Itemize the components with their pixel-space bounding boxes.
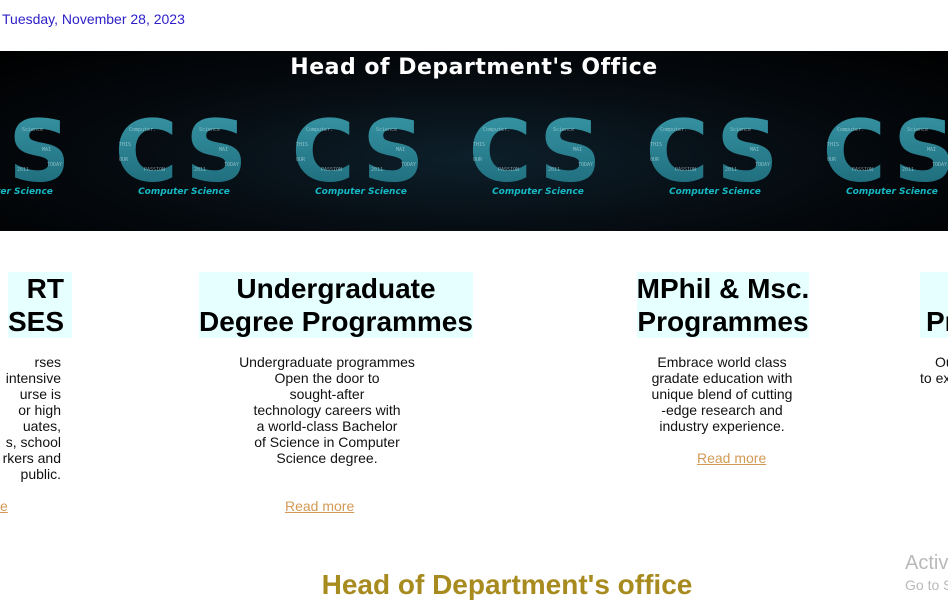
svg-text:THIS: THIS <box>296 142 308 148</box>
svg-text:Science: Science <box>907 127 928 133</box>
tile-caption: Computer Science <box>315 187 407 197</box>
undergraduate-read-more-link[interactable]: Read more <box>285 498 354 514</box>
cs-logo-tile: CSComputer. Science THIS MAI PASSION 2011 OUR T… <box>453 111 623 211</box>
card-title: RT SES <box>7 272 72 338</box>
svg-text:OUR: OUR <box>473 157 483 163</box>
tile-caption: Computer Science <box>492 187 584 197</box>
svg-text:TODAY: TODAY <box>578 162 593 168</box>
svg-text:2011: 2011 <box>725 167 737 173</box>
svg-text:2011: 2011 <box>17 167 29 173</box>
svg-text:MAI: MAI <box>927 147 936 153</box>
cs-logo-tile: CSComputer. Science THIS MAI PASSION 2011 OUR T… <box>630 111 800 211</box>
svg-text:Science: Science <box>553 127 574 133</box>
svg-text:Science: Science <box>376 127 397 133</box>
cs-logo-icon: CSComputer. Science THIS MAI PASSION 2011 OUR T… <box>115 111 254 191</box>
cs-logo-tile: CSComputer.ScienceTHISMAIPASSION2011OURT… <box>0 111 92 211</box>
svg-text:MAI: MAI <box>750 147 759 153</box>
svg-text:Computer.: Computer. <box>483 127 510 133</box>
svg-text:MAI: MAI <box>42 147 51 153</box>
svg-text:CS: CS <box>292 111 431 191</box>
cs-logo-tile: CSComputer. Science THIS MAI PASSION 2011 OUR T… <box>99 111 269 211</box>
svg-text:MAI: MAI <box>396 147 405 153</box>
card-text: Embrace world class gradate education wi… <box>651 354 793 434</box>
svg-text:Computer.: Computer. <box>306 127 333 133</box>
tile-caption: Computer Science <box>138 187 230 197</box>
tile-caption: Computer Science <box>0 187 53 197</box>
svg-text:MAI: MAI <box>573 147 582 153</box>
svg-text:TODAY: TODAY <box>47 162 62 168</box>
svg-text:2011: 2011 <box>371 167 383 173</box>
banner-title: Head of Department's Office <box>290 55 658 80</box>
svg-text:OUR: OUR <box>650 157 660 163</box>
cs-logo-icon: CSComputer.ScienceTHISMAIPASSION2011OURT… <box>823 111 948 191</box>
svg-text:CS: CS <box>469 111 608 191</box>
cs-logo-icon: CSComputer.ScienceTHISMAIPASSION2011OURT… <box>0 111 76 191</box>
svg-text:PASSION: PASSION <box>321 167 342 173</box>
svg-text:THIS: THIS <box>473 142 485 148</box>
svg-text:Science: Science <box>199 127 220 133</box>
svg-text:TODAY: TODAY <box>755 162 770 168</box>
date-display: Tuesday, November 28, 2023 <box>2 11 185 27</box>
mphil-msc-read-more-link[interactable]: Read more <box>697 450 766 466</box>
undergraduate-card: Undergraduate Degree Programmes Undergra… <box>195 272 477 466</box>
short-courses-read-more-link[interactable]: e <box>0 498 8 514</box>
card-text: Undergraduate programmes Open the door t… <box>239 354 415 466</box>
mphil-msc-card: MPhil & Msc. Programmes Embrace world cl… <box>634 272 812 434</box>
card-title: MPhil & Msc. Programmes <box>636 272 810 338</box>
tile-caption: Computer Science <box>669 187 761 197</box>
card-title: Pr <box>920 272 948 338</box>
svg-text:MAI: MAI <box>219 147 228 153</box>
hod-office-heading: Head of Department's office <box>321 569 693 600</box>
svg-text:TODAY: TODAY <box>224 162 239 168</box>
svg-text:Science: Science <box>730 127 751 133</box>
svg-text:Computer.: Computer. <box>660 127 687 133</box>
svg-text:OUR: OUR <box>119 157 129 163</box>
svg-text:Computer.: Computer. <box>129 127 156 133</box>
cs-logo-icon: CSComputer. Science THIS MAI PASSION 2011 OUR T… <box>469 111 608 191</box>
cs-logo-tile: CSComputer.ScienceTHISMAIPASSION2011OURT… <box>807 111 948 211</box>
cs-logo-icon: CSComputer. Science THIS MAI PASSION 2011 OUR T… <box>646 111 785 191</box>
svg-text:CS: CS <box>115 111 254 191</box>
postgraduate-card: Pr Ou to ex <box>920 272 948 386</box>
svg-text:PASSION: PASSION <box>675 167 696 173</box>
svg-text:PASSION: PASSION <box>852 167 873 173</box>
svg-text:TODAY: TODAY <box>932 162 947 168</box>
card-text: Ou to ex <box>920 354 948 386</box>
svg-text:THIS: THIS <box>650 142 662 148</box>
svg-text:Computer.: Computer. <box>837 127 864 133</box>
svg-text:TODAY: TODAY <box>401 162 416 168</box>
svg-text:CS: CS <box>0 111 76 191</box>
svg-text:PASSION: PASSION <box>498 167 519 173</box>
svg-text:THIS: THIS <box>119 142 131 148</box>
svg-text:2011: 2011 <box>548 167 560 173</box>
svg-text:OUR: OUR <box>296 157 306 163</box>
card-text: rses intensive urse is or high uates, s,… <box>2 354 61 482</box>
department-banner: Head of Department's Office CSComputer.S… <box>0 51 948 231</box>
svg-text:OUR: OUR <box>827 157 837 163</box>
card-title: Undergraduate Degree Programmes <box>199 272 473 338</box>
tile-caption: Computer Science <box>846 187 938 197</box>
cs-logo-icon: CSComputer. Science THIS MAI PASSION 2011 OUR T… <box>292 111 431 191</box>
cs-logo-tile: CSComputer. Science THIS MAI PASSION 2011 OUR T… <box>276 111 446 211</box>
svg-text:THIS: THIS <box>827 142 839 148</box>
svg-text:CS: CS <box>646 111 785 191</box>
svg-text:Science: Science <box>22 127 43 133</box>
svg-text:2011: 2011 <box>194 167 206 173</box>
svg-text:PASSION: PASSION <box>144 167 165 173</box>
short-courses-card: RT SES rses intensive urse is or high ua… <box>0 272 72 482</box>
svg-text:2011: 2011 <box>902 167 914 173</box>
windows-activation-watermark: Activ Go to S <box>905 552 948 593</box>
